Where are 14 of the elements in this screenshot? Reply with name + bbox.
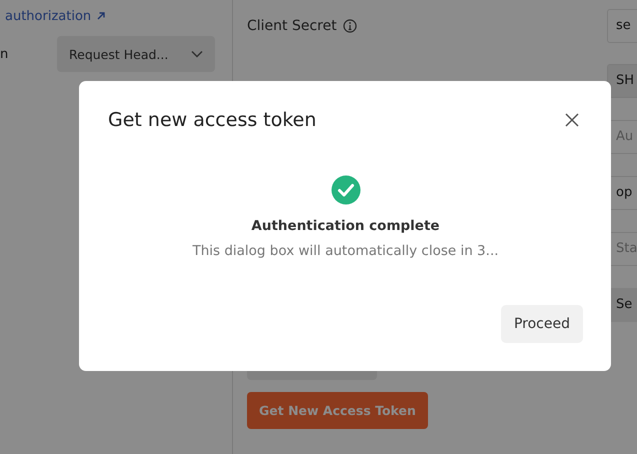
status-message: This dialog box will automatically close in 3... (192, 243, 499, 259)
status-heading: Authentication complete (251, 218, 440, 234)
authorization-link[interactable]: authorization (5, 8, 92, 24)
method-dropdown[interactable]: SH (607, 64, 637, 98)
external-link-icon (96, 11, 106, 21)
proceed-button[interactable]: Proceed (500, 305, 583, 343)
header-prefix-dropdown[interactable]: Request Head... (57, 36, 215, 72)
close-icon[interactable] (564, 112, 580, 128)
chevron-down-icon (191, 50, 203, 58)
success-check-icon (330, 175, 360, 205)
field-label: n (0, 46, 10, 62)
dialog-title: Get new access token (108, 109, 316, 131)
field-label: Client Secret (247, 18, 337, 34)
input-field[interactable]: se (607, 9, 637, 43)
